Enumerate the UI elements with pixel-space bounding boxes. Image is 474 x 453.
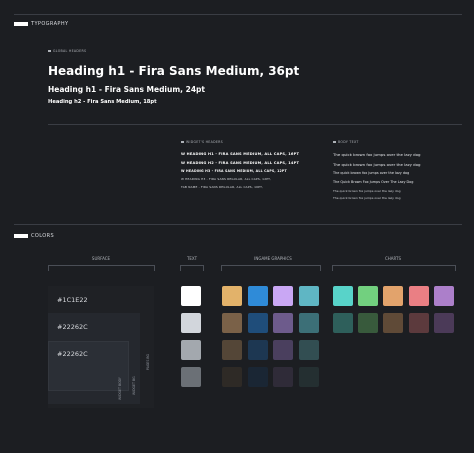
charts-group-label: CHARTS	[384, 256, 401, 261]
ingame-color-swatch	[247, 313, 268, 333]
ingame-color-swatch	[273, 286, 293, 306]
body-text-2: The quick brown fox jumps over the lazy …	[333, 162, 421, 167]
ingame-group-label: INGAME GRAPHICS	[254, 256, 292, 261]
typography-section-marker	[14, 22, 28, 26]
ingame-color-swatch	[298, 286, 319, 306]
charts-bracket	[332, 265, 456, 271]
chart-color-swatch	[433, 286, 454, 306]
top-divider	[14, 14, 462, 15]
colors-section-title: COLORS	[31, 233, 55, 239]
typography-section-title: TYPOGRAPHY	[31, 21, 69, 27]
body-text-1: The quick brown fox jumps over the lazy …	[333, 152, 421, 157]
text-bracket	[180, 265, 204, 271]
widget-heading-3: W HEADING H3 - FIRA SANS MEDIUM, ALL CAP…	[181, 169, 287, 173]
ingame-color-swatch	[298, 340, 319, 360]
label-square-icon	[48, 50, 51, 52]
ingame-color-swatch	[273, 340, 293, 360]
ingame-color-swatch	[247, 367, 268, 387]
ingame-color-swatch	[222, 313, 242, 333]
text-color-swatch	[181, 340, 201, 360]
ingame-color-swatch	[247, 286, 268, 306]
label-square-icon	[333, 141, 336, 143]
body-text-label: BODY TEXT	[333, 140, 359, 144]
chart-color-swatch	[383, 286, 404, 306]
text-color-swatch	[181, 286, 201, 306]
surface-label-2: #22262C	[57, 323, 88, 331]
heading-h1-sample: Heading h1 - Fira Sans Medium, 36pt	[48, 64, 300, 78]
chart-color-swatch	[383, 313, 404, 333]
surface-group-label: SURFACE	[91, 256, 111, 261]
widget-headers-label: WIDGET'S HEADERS	[181, 140, 223, 144]
widget-heading-1: W HEADING H1 - FIRA SANS MEDIUM, ALL CAP…	[181, 152, 300, 156]
colors-divider	[14, 224, 462, 225]
ingame-color-swatch	[298, 313, 319, 333]
chart-color-swatch	[358, 286, 379, 306]
ingame-color-swatch	[222, 286, 242, 306]
label-square-icon	[181, 141, 184, 143]
ingame-color-swatch	[273, 313, 293, 333]
chart-color-swatch	[408, 313, 429, 333]
surface-label-3: #22262C	[57, 350, 88, 358]
ingame-color-swatch	[273, 367, 293, 387]
text-color-swatch	[181, 313, 201, 333]
surface-bracket	[48, 265, 155, 271]
body-text-5: The quick brown fox jumps over the lazy …	[333, 189, 401, 193]
chart-color-swatch	[333, 313, 353, 333]
body-text-6: The quick brown fox jumps over the lazy …	[333, 196, 401, 200]
body-text-4: The Quick Brown Fox Jumps Over The Lazy …	[333, 180, 414, 184]
body-text-3: The quick brown fox jumps over the lazy …	[333, 171, 410, 175]
widget-heading-2: W HEADING H2 - FIRA SANS MEDIUM, ALL CAP…	[181, 161, 300, 165]
text-color-swatch	[181, 367, 201, 387]
ingame-color-swatch	[247, 340, 268, 360]
chart-color-swatch	[358, 313, 379, 333]
widget-bg-side-label: WIDGET BG	[132, 376, 136, 395]
typography-divider	[48, 124, 462, 125]
chart-color-swatch	[408, 286, 429, 306]
chart-color-swatch	[333, 286, 353, 306]
widget-body-side-label: WIDGET BODY	[118, 377, 122, 400]
ingame-color-swatch	[298, 367, 319, 387]
ingame-color-swatch	[222, 340, 242, 360]
surface-label-1: #1C1E22	[57, 296, 88, 304]
global-headers-label: GLOBAL HEADERS	[48, 49, 86, 53]
surface-widget-body	[48, 341, 129, 391]
tab-name-sample: TAB NAME - FIRA SANS REGULAR, ALL CAPS, …	[181, 185, 264, 189]
ingame-color-swatch	[222, 367, 242, 387]
pages-bg-side-label: PAGES BG	[146, 354, 150, 370]
chart-color-swatch	[433, 313, 454, 333]
heading-h2-sample: Heading h1 - Fira Sans Medium, 24pt	[48, 85, 206, 94]
colors-section-marker	[14, 234, 28, 238]
ingame-bracket	[221, 265, 321, 271]
widget-heading-3-regular: W HEADING H3 - FIRA SANS REGULAR, ALL CA…	[181, 177, 272, 181]
text-group-label: TEXT	[186, 256, 198, 261]
heading-h3-sample: Heading h2 - Fira Sans Medium, 18pt	[48, 99, 157, 105]
